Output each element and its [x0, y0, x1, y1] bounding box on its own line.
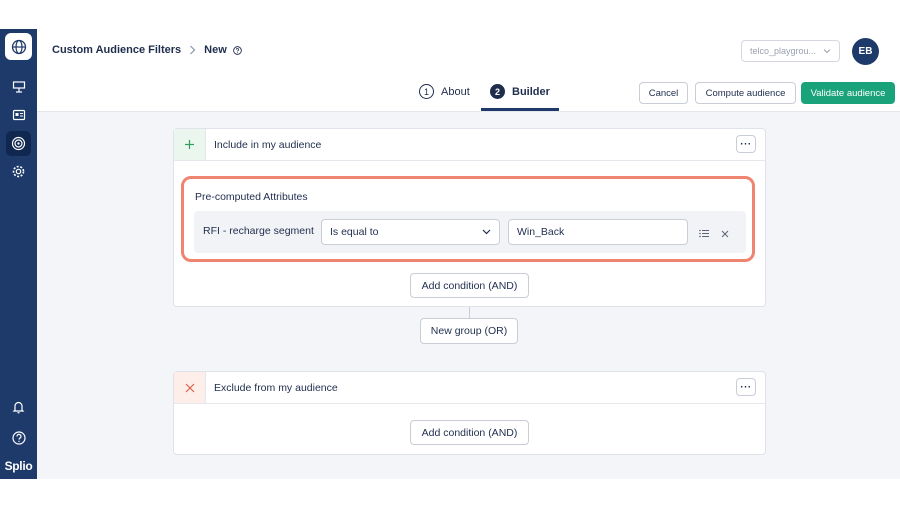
exclude-card: Exclude from my audience ··· Add conditi… [173, 371, 766, 455]
new-group-button[interactable]: New group (OR) [420, 318, 518, 344]
chevron-down-icon [482, 226, 491, 238]
add-condition-button[interactable]: Add condition (AND) [410, 273, 529, 298]
validate-audience-button[interactable]: Validate audience [801, 82, 895, 104]
page-header: Custom Audience Filters New telco_playgr… [37, 29, 900, 75]
tab-number: 2 [490, 84, 505, 99]
breadcrumb-current: New [204, 44, 227, 56]
target-icon[interactable] [6, 131, 31, 156]
condition-row: RFI - recharge segment Is equal to Win_B… [194, 211, 746, 253]
chevron-right-icon [189, 45, 196, 55]
chevron-down-icon [823, 46, 831, 56]
compute-audience-button[interactable]: Compute audience [695, 82, 796, 104]
value-input[interactable]: Win_Back [508, 219, 688, 245]
gear-icon[interactable] [6, 159, 31, 184]
close-icon[interactable] [721, 225, 729, 243]
operator-select[interactable]: Is equal to [321, 219, 500, 245]
breadcrumb-parent[interactable]: Custom Audience Filters [52, 44, 181, 56]
more-options-button[interactable]: ··· [736, 378, 756, 396]
exclude-card-title: Exclude from my audience [214, 381, 338, 394]
tab-number: 1 [419, 84, 434, 99]
wizard-tabs: 1 About 2 Builder Cancel Compute audienc… [37, 75, 900, 112]
operator-select-value: Is equal to [330, 226, 379, 238]
exclude-card-header: Exclude from my audience ··· [174, 372, 765, 404]
bell-icon[interactable] [6, 394, 31, 419]
active-tab-indicator [481, 108, 559, 111]
tab-label: About [441, 85, 470, 98]
contact-card-icon[interactable] [6, 102, 31, 127]
help-circle-icon[interactable] [232, 45, 242, 55]
tab-builder[interactable]: 2 Builder [490, 84, 550, 99]
more-options-button[interactable]: ··· [736, 135, 756, 153]
list-icon[interactable] [699, 225, 709, 243]
include-card-header: Include in my audience ··· [174, 129, 765, 161]
breadcrumb: Custom Audience Filters New [52, 44, 242, 56]
cancel-button[interactable]: Cancel [639, 82, 688, 104]
environment-select-value: telco_playgrou... [750, 46, 817, 56]
value-input-text: Win_Back [517, 226, 565, 238]
group-label: Pre-computed Attributes [195, 191, 308, 203]
avatar[interactable]: EB [852, 38, 879, 65]
app-window: Splio Custom Audience Filters New telco_… [0, 29, 900, 479]
environment-select[interactable]: telco_playgrou... [741, 40, 840, 62]
sidebar: Splio [0, 29, 37, 479]
tab-label: Builder [512, 85, 550, 98]
help-icon[interactable] [6, 425, 31, 450]
plus-icon [174, 129, 206, 160]
add-condition-button[interactable]: Add condition (AND) [410, 420, 529, 445]
presentation-icon[interactable] [6, 74, 31, 99]
condition-attribute: RFI - recharge segment [203, 225, 314, 237]
brand-logo: Splio [4, 459, 33, 473]
include-card-title: Include in my audience [214, 138, 322, 151]
close-icon [174, 372, 206, 403]
tab-about[interactable]: 1 About [419, 84, 470, 99]
globe-icon[interactable] [5, 33, 32, 60]
condition-group: Pre-computed Attributes RFI - recharge s… [181, 176, 755, 262]
